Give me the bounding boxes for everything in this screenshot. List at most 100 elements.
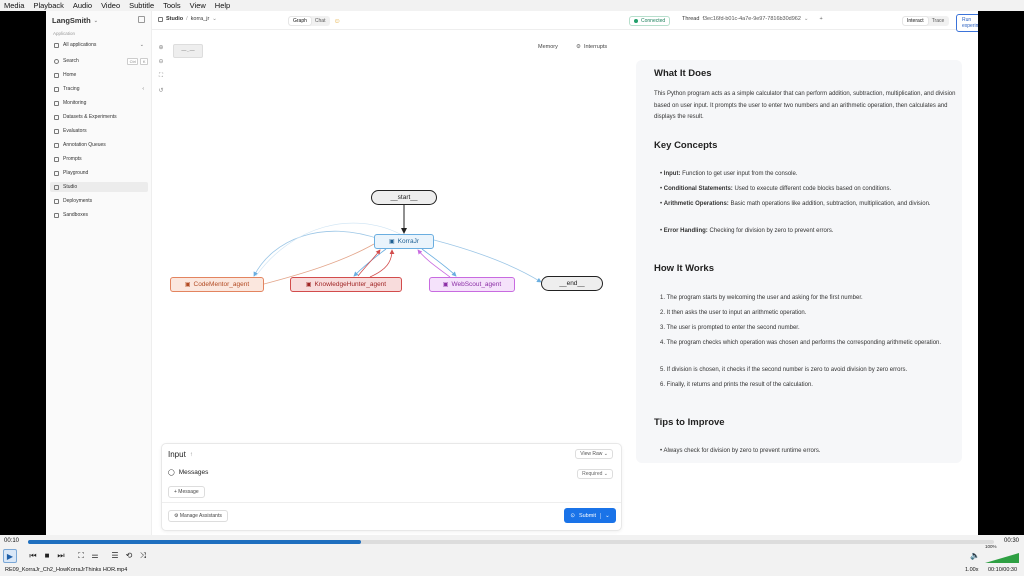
loop-icon[interactable]: ⟲ <box>122 549 136 563</box>
interact-trace-toggle: Interact Trace <box>902 16 950 26</box>
speaker-icon[interactable]: 🔈 <box>970 551 980 560</box>
concept-text: Used to execute different code blocks ba… <box>732 186 892 192</box>
sidebar-item-annotation-queues[interactable]: Annotation Queues <box>50 140 148 150</box>
sidebar-search[interactable]: Search Ctrl K <box>50 56 148 66</box>
menu-playback[interactable]: Playback <box>33 1 63 10</box>
sidebar-item-label: Datasets & Experiments <box>63 114 117 120</box>
chevron-left-icon: ‹ <box>142 86 144 92</box>
kbd-k: K <box>140 57 148 65</box>
node-end[interactable]: __end__ <box>541 276 603 291</box>
node-korrajr[interactable]: ▣ KorraJr <box>374 234 434 249</box>
step-item: 1. The program starts by welcoming the u… <box>660 295 863 301</box>
input-panel: Input ↑ View Raw ⌄ ◯ Messages Required ⌄ +… <box>161 443 622 531</box>
file-name: RE09_KorraJr_Ch2_HowKorraJrThinks HOR.mp… <box>5 567 128 573</box>
required-dropdown[interactable]: Required ⌄ <box>577 469 613 479</box>
explanation-panel: What It Does This Python program acts as… <box>636 60 962 463</box>
previous-icon[interactable]: ⏮ <box>26 549 40 563</box>
volume-wedge <box>985 553 1019 563</box>
submit-button[interactable]: ⊙ Submit ⌄ <box>564 508 616 523</box>
menu-subtitle[interactable]: Subtitle <box>129 1 154 10</box>
menu-view[interactable]: View <box>190 1 206 10</box>
sidebar-item-deployments[interactable]: Deployments <box>50 196 148 206</box>
tab-chat[interactable]: Chat <box>311 17 330 25</box>
tab-interact[interactable]: Interact <box>903 17 928 25</box>
sidebar-item-prompts[interactable]: Prompts <box>50 154 148 164</box>
extended-settings-icon[interactable]: ⚌ <box>88 549 102 563</box>
concept-text: Basic math operations like addition, sub… <box>728 201 931 207</box>
sidebar-item-datasets[interactable]: Datasets & Experiments <box>50 112 148 122</box>
node-webscout-label: WebScout_agent <box>451 281 502 288</box>
concept-term: Error Handling: <box>663 228 708 234</box>
sidebar: LangSmith ⌄ Application All applications ⌄… <box>46 11 152 535</box>
sidebar-item-label: Evaluators <box>63 128 87 134</box>
sidebar-item-label: Deployments <box>63 198 93 204</box>
arrow-up-icon[interactable]: ↑ <box>190 452 193 458</box>
next-icon[interactable]: ⏭ <box>54 549 68 563</box>
node-codementor[interactable]: ▣ CodeMentor_agent <box>170 277 264 292</box>
node-knowledgehunter[interactable]: ▣ KnowledgeHunter_agent <box>290 277 402 292</box>
sidebar-item-evaluators[interactable]: Evaluators <box>50 126 148 136</box>
view-raw-label: View Raw <box>580 451 603 457</box>
prompt-icon <box>54 156 59 162</box>
search-label: Search <box>63 58 79 64</box>
sidebar-collapse-icon[interactable] <box>138 16 145 23</box>
video-frame: LangSmith ⌄ Application All applications ⌄… <box>46 11 978 535</box>
sidebar-item-label: Home <box>63 72 77 78</box>
volume-slider[interactable]: 100% <box>985 544 1019 563</box>
view-raw-button[interactable]: View Raw ⌄ <box>575 449 613 459</box>
manage-assistants-button[interactable]: ⚙ Manage Assistants <box>168 510 228 522</box>
sidebar-item-label: Annotation Queues <box>63 142 106 148</box>
sidebar-item-home[interactable]: Home <box>50 70 148 80</box>
chevron-down-icon: ⌄ <box>93 17 98 24</box>
menu-audio[interactable]: Audio <box>73 1 92 10</box>
home-icon <box>54 72 59 78</box>
menu-help[interactable]: Help <box>215 1 230 10</box>
new-thread-button[interactable]: + <box>820 16 823 22</box>
node-icon: ▣ <box>389 239 395 245</box>
connected-badge[interactable]: Connected <box>629 16 671 26</box>
brand-label: LangSmith <box>52 16 91 25</box>
edge-web-korra <box>417 249 451 278</box>
shuffle-icon[interactable]: ⤨ <box>136 549 150 563</box>
add-message-button[interactable]: + Message <box>168 486 205 498</box>
sidebar-item-playground[interactable]: Playground <box>50 168 148 178</box>
thread-selector[interactable]: Thread f3ec16fd-b01c-4a7e-9e97-7816b30d9… <box>682 16 823 22</box>
node-start[interactable]: __start__ <box>371 190 437 205</box>
playback-speed[interactable]: 1.00x <box>965 567 978 573</box>
run-experiment-button[interactable]: Run experiment <box>956 14 978 32</box>
step-item: 4. The program checks which operation wa… <box>660 340 942 346</box>
concept-text: Checking for division by zero to prevent… <box>707 228 834 234</box>
grid-icon <box>54 42 59 48</box>
playlist-icon[interactable]: ☰ <box>108 549 122 563</box>
edge-know-korra-2 <box>369 249 395 278</box>
seek-bar-fill <box>28 540 362 544</box>
menu-media[interactable]: Media <box>4 1 24 10</box>
fullscreen-icon[interactable]: ⛶ <box>74 549 88 563</box>
sidebar-item-label: Prompts <box>63 156 82 162</box>
node-korrajr-label: KorraJr <box>397 238 419 245</box>
sidebar-item-monitoring[interactable]: Monitoring <box>50 98 148 108</box>
node-webscout[interactable]: ▣ WebScout_agent <box>429 277 515 292</box>
required-label: Required <box>582 471 603 477</box>
step-item: 5. If division is chosen, it checks if t… <box>660 367 908 373</box>
tab-graph[interactable]: Graph <box>289 17 311 25</box>
node-codementor-label: CodeMentor_agent <box>193 281 250 288</box>
chevron-down-icon: ⌄ <box>212 16 217 22</box>
stop-icon[interactable]: ■ <box>40 549 54 563</box>
menu-video[interactable]: Video <box>101 1 120 10</box>
status-smiley-icon[interactable]: ☺ <box>333 18 340 25</box>
sidebar-item-sandboxes[interactable]: Sandboxes <box>50 210 148 220</box>
graph-canvas[interactable]: ⊕ ⊖ ⛶ ↺ —‥— Memory ⚙ Interrupts __start__ <box>152 30 627 535</box>
sidebar-item-studio[interactable]: Studio <box>50 182 148 192</box>
chevron-down-icon: ⌄ <box>803 16 809 22</box>
breadcrumb-studio[interactable]: Studio <box>166 16 183 22</box>
brand[interactable]: LangSmith ⌄ <box>52 16 98 25</box>
play-button[interactable]: ▶ <box>3 549 17 563</box>
menu-tools[interactable]: Tools <box>163 1 181 10</box>
seek-bar[interactable] <box>28 540 994 544</box>
chevron-down-icon[interactable]: ⌄ <box>600 512 610 519</box>
tab-trace[interactable]: Trace <box>928 17 949 25</box>
project-selector[interactable]: korra_jr <box>191 16 210 22</box>
workspace-selector[interactable]: All applications ⌄ <box>50 40 148 50</box>
sidebar-item-tracing[interactable]: Tracing ‹ <box>50 84 148 94</box>
